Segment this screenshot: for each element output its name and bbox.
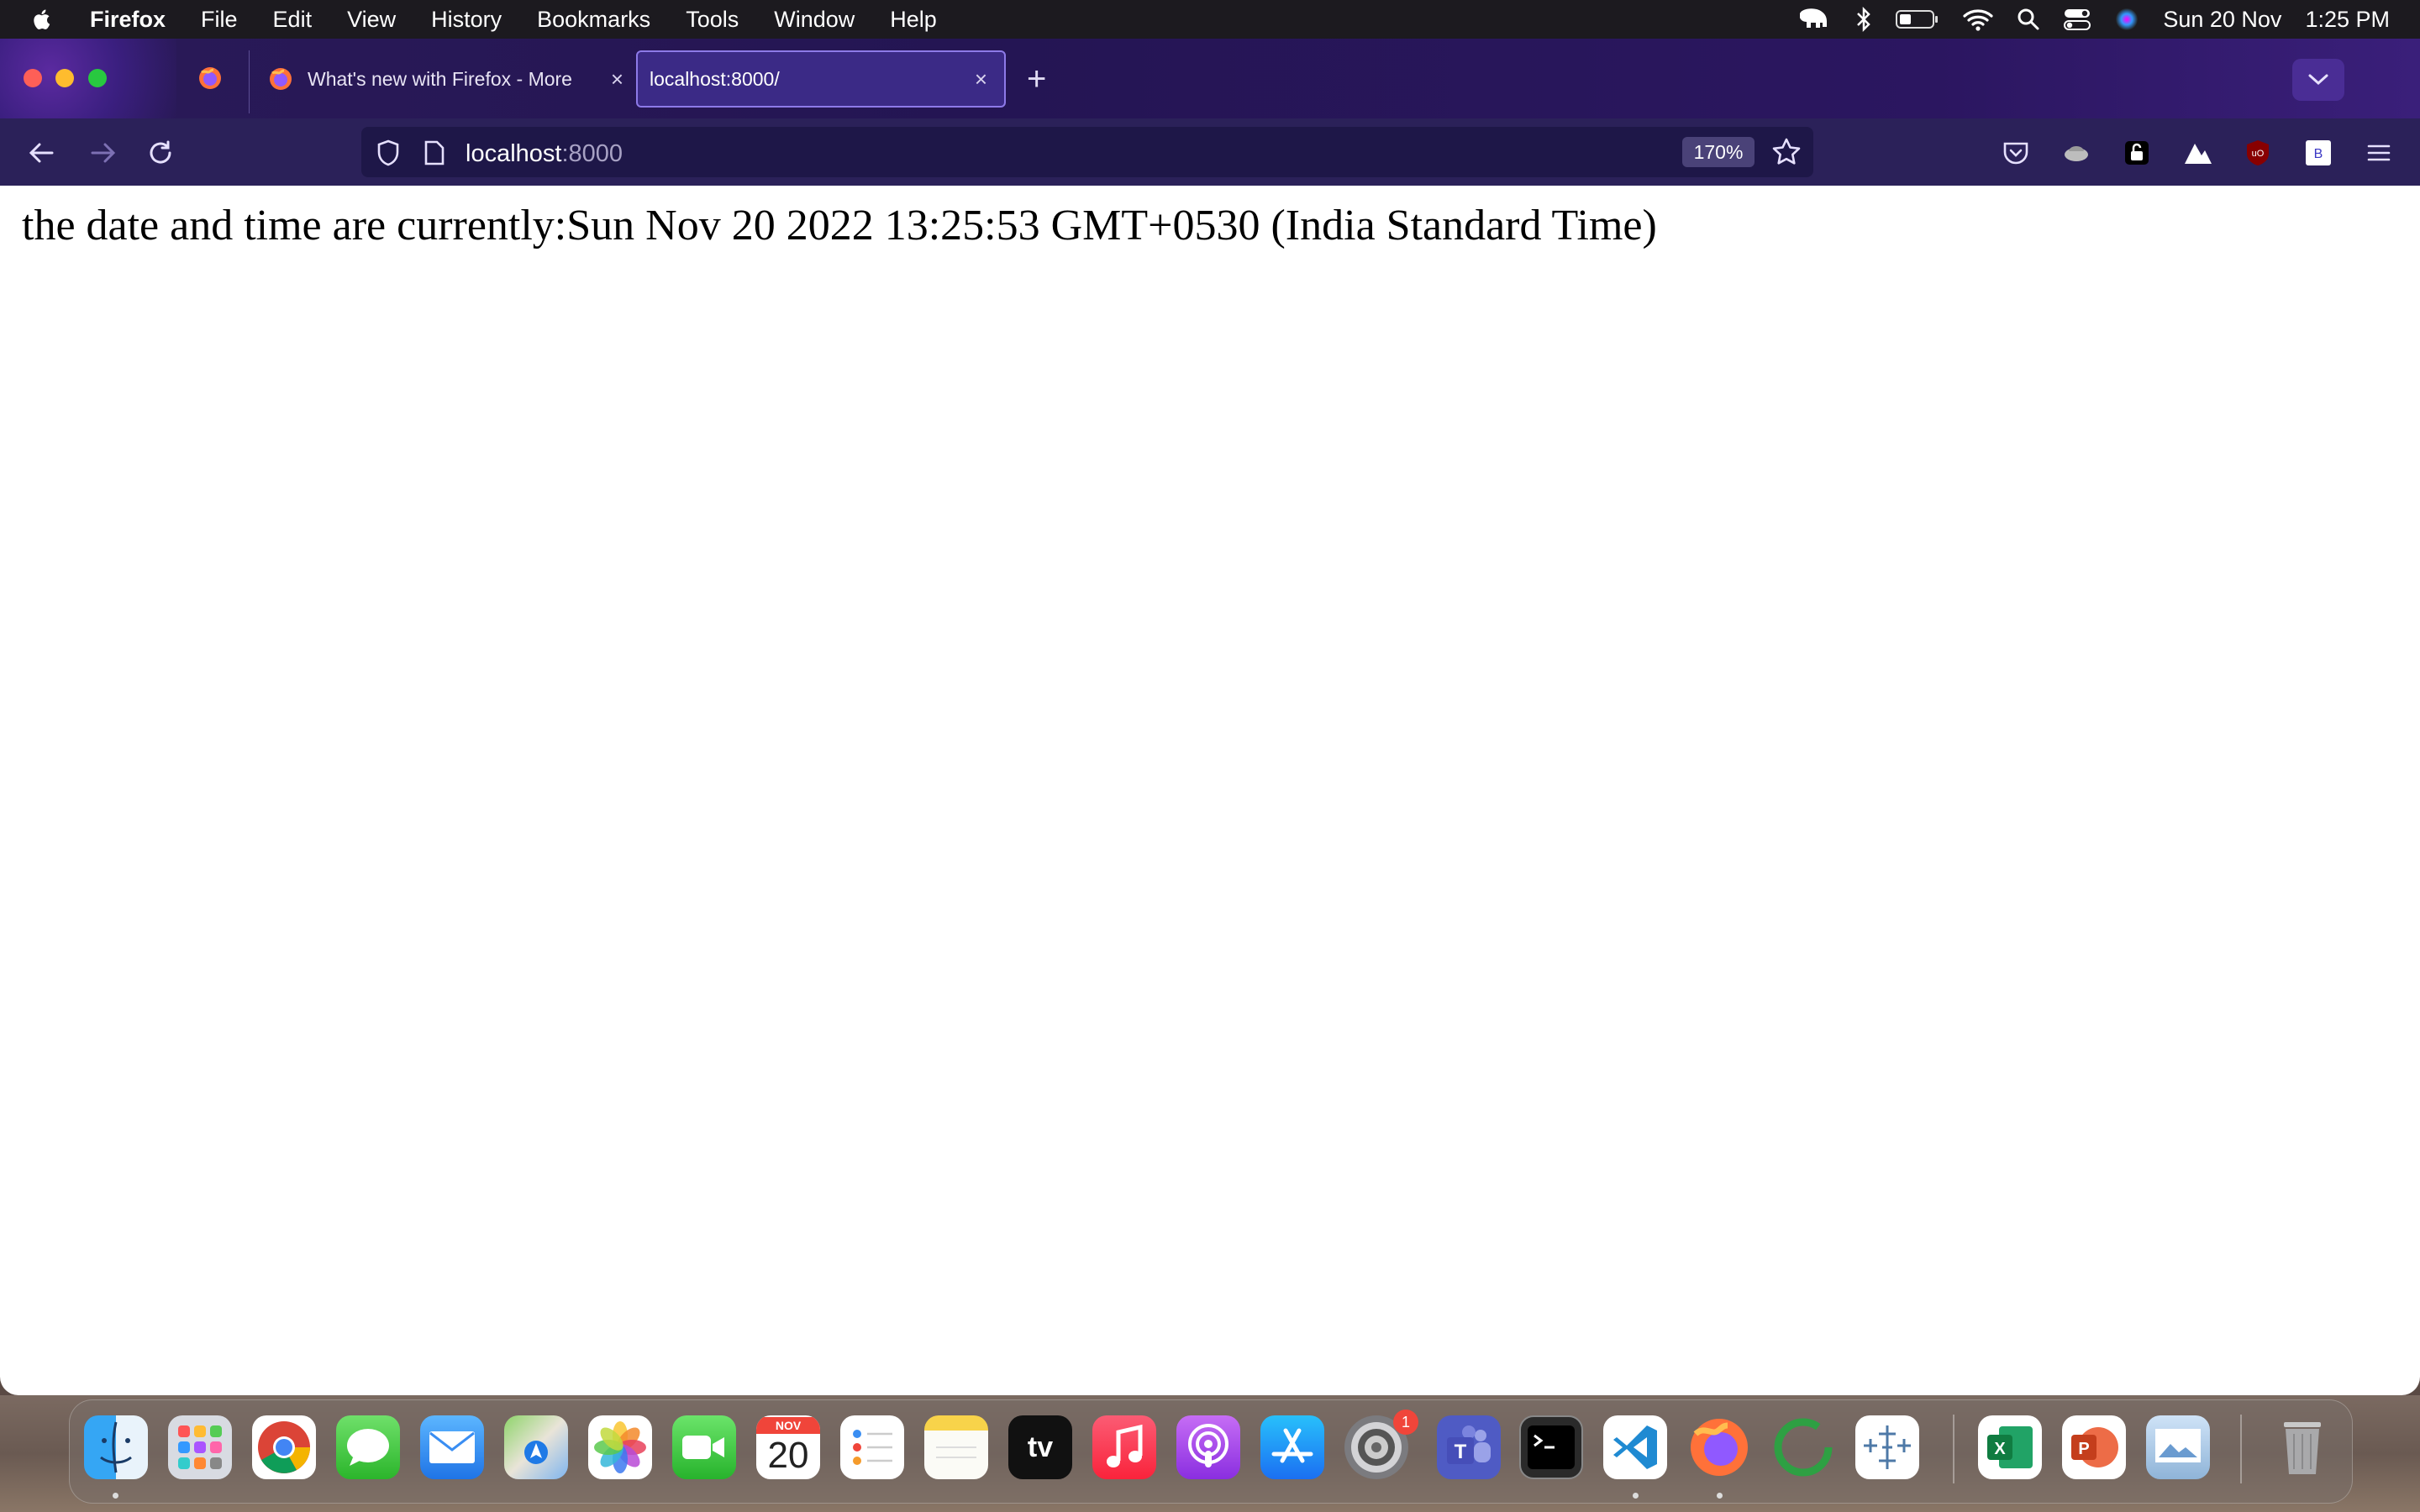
siri-icon[interactable] (2114, 7, 2139, 32)
firefox-view-icon[interactable] (197, 65, 224, 92)
notes-icon[interactable] (924, 1415, 988, 1479)
calendar-month: NOV (756, 1417, 820, 1434)
maps-icon[interactable] (504, 1415, 568, 1479)
lock-extension-icon[interactable] (2123, 139, 2151, 167)
app-menu-firefox[interactable]: Firefox (72, 7, 183, 33)
list-all-tabs-button[interactable] (2292, 59, 2344, 101)
tab-title: localhost:8000/ (650, 67, 780, 90)
bitwarden-b-icon[interactable]: B (2304, 139, 2333, 167)
minimize-window-button[interactable] (55, 69, 74, 87)
music-icon[interactable] (1092, 1415, 1156, 1479)
chrome-icon[interactable] (252, 1415, 316, 1479)
tab-whats-new[interactable]: What's new with Firefox - More × (267, 50, 623, 108)
calendar-day: 20 (767, 1435, 809, 1476)
new-tab-button[interactable]: + (1027, 59, 1046, 99)
calendar-icon[interactable]: NOV 20 (756, 1415, 820, 1479)
search-icon[interactable] (2017, 8, 2040, 31)
shield-icon[interactable] (375, 139, 402, 167)
photos-icon[interactable] (588, 1415, 652, 1479)
bluetooth-icon[interactable] (1855, 6, 1872, 33)
hamburger-menu-icon[interactable] (2365, 139, 2393, 167)
wifi-icon[interactable] (1963, 8, 1993, 31)
elephant-icon[interactable] (1797, 7, 1832, 32)
excel-icon[interactable]: X (1978, 1415, 2042, 1479)
running-indicator (1717, 1493, 1723, 1499)
control-center-icon[interactable] (2064, 8, 2091, 31)
dock-separator (2240, 1415, 2242, 1483)
private-mask-icon[interactable] (2062, 139, 2091, 167)
apple-tv-icon[interactable]: tv (1008, 1415, 1072, 1479)
svg-text:P: P (2078, 1440, 2089, 1458)
page-content: the date and time are currently:Sun Nov … (0, 186, 2420, 1395)
zoom-window-button[interactable] (88, 69, 107, 87)
reload-icon[interactable] (146, 139, 176, 167)
url-port: :8000 (561, 140, 623, 167)
menu-file[interactable]: File (183, 7, 255, 33)
close-window-button[interactable] (24, 69, 42, 87)
battery-icon[interactable] (1896, 8, 1939, 30)
activity-ring-icon[interactable] (1771, 1415, 1835, 1479)
menu-edit[interactable]: Edit (255, 7, 330, 33)
menu-bookmarks[interactable]: Bookmarks (519, 7, 668, 33)
running-indicator (113, 1493, 118, 1499)
date-time-text: the date and time are currently:Sun Nov … (22, 202, 1657, 249)
chevron-down-icon (2308, 74, 2328, 86)
tab-localhost[interactable]: localhost:8000/ × (636, 50, 1006, 108)
trash-icon[interactable] (2270, 1415, 2334, 1479)
menu-bar: Firefox File Edit View History Bookmarks… (0, 0, 2420, 39)
pocket-icon[interactable] (2002, 139, 2030, 167)
tab-separator (249, 50, 250, 113)
vscode-icon[interactable] (1603, 1415, 1667, 1479)
powerpoint-icon[interactable]: P (2062, 1415, 2126, 1479)
url-bar[interactable]: localhost:8000 170% (361, 127, 1813, 177)
svg-text:B: B (2314, 147, 2323, 161)
notification-badge: 1 (1393, 1410, 1418, 1435)
close-tab-icon[interactable]: × (611, 66, 623, 92)
zoom-level-button[interactable]: 170% (1682, 137, 1754, 167)
close-tab-icon[interactable]: × (975, 66, 987, 92)
svg-text:T: T (1455, 1441, 1467, 1463)
svg-text:uO: uO (2252, 149, 2265, 159)
url-host: localhost (466, 140, 562, 167)
mail-icon[interactable] (420, 1415, 484, 1479)
ublock-origin-icon[interactable]: uO (2244, 139, 2272, 167)
page-info-icon[interactable] (424, 139, 445, 166)
menu-extras: Sun 20 Nov 1:25 PM (1797, 0, 2390, 39)
running-indicator (1633, 1493, 1639, 1499)
clock-date[interactable]: Sun 20 Nov (2163, 7, 2281, 33)
url-text[interactable]: localhost:8000 (466, 140, 623, 168)
teams-icon[interactable]: T (1437, 1415, 1501, 1479)
preview-icon[interactable] (2146, 1415, 2210, 1479)
menu-window[interactable]: Window (756, 7, 872, 33)
terminal-icon[interactable] (1519, 1415, 1583, 1479)
finder-icon[interactable] (84, 1415, 148, 1479)
navigation-toolbar: localhost:8000 170% uO B (0, 118, 2420, 186)
messages-icon[interactable] (336, 1415, 400, 1479)
clock-time[interactable]: 1:25 PM (2305, 7, 2390, 33)
tableau-icon[interactable] (1855, 1415, 1919, 1479)
dock-separator (1953, 1415, 1954, 1483)
svg-text:X: X (1994, 1440, 2006, 1458)
menu-history[interactable]: History (413, 7, 519, 33)
firefox-favicon-icon (270, 68, 292, 90)
firefox-dock-icon[interactable] (1687, 1415, 1751, 1479)
mountain-extension-icon[interactable] (2183, 139, 2213, 167)
podcasts-icon[interactable] (1176, 1415, 1240, 1479)
menu-view[interactable]: View (329, 7, 413, 33)
forward-arrow-icon[interactable] (87, 139, 118, 167)
menu-tools[interactable]: Tools (668, 7, 756, 33)
launchpad-icon[interactable] (168, 1415, 232, 1479)
menu-help[interactable]: Help (872, 7, 955, 33)
app-store-icon[interactable] (1260, 1415, 1324, 1479)
bookmark-star-icon[interactable] (1771, 137, 1802, 167)
tab-title: What's new with Firefox - More (308, 67, 572, 90)
apple-logo-icon[interactable] (30, 7, 55, 32)
back-arrow-icon[interactable] (27, 139, 57, 167)
tv-label: tv (1027, 1431, 1054, 1463)
reminders-icon[interactable] (840, 1415, 904, 1479)
facetime-icon[interactable] (672, 1415, 736, 1479)
